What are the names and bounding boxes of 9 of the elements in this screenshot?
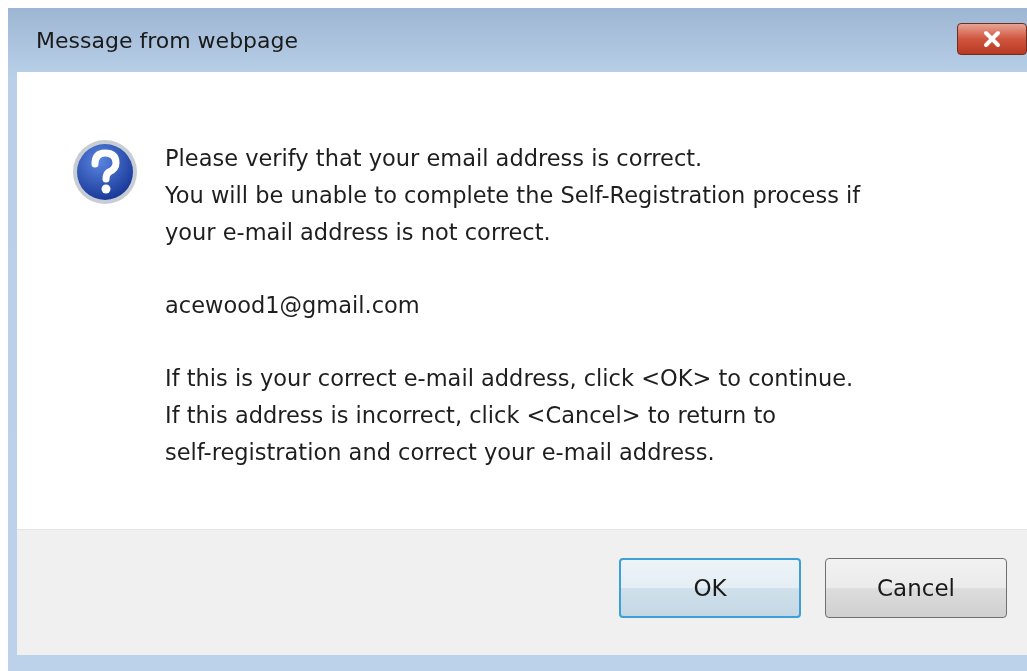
message-text: Please verify that your email address is correct. You will be unable to complete the Self-Registration process if your e-mail address is not correct. bbox=[165, 144, 861, 247]
window-title: Message from webpage bbox=[36, 27, 299, 53]
question-icon bbox=[71, 138, 139, 206]
close-button[interactable] bbox=[957, 23, 1027, 55]
close-icon bbox=[981, 30, 1003, 48]
cancel-button[interactable]: Cancel bbox=[825, 557, 1007, 618]
ok-button[interactable]: OK bbox=[619, 557, 801, 618]
message-text: acewood1@gmail.com bbox=[165, 291, 421, 320]
message-text: If this is your correct e-mail address, click <OK> to continue. If this address is incorrect, click <Cancel> to return to self-registration and correct your e-mail address. bbox=[165, 364, 855, 467]
